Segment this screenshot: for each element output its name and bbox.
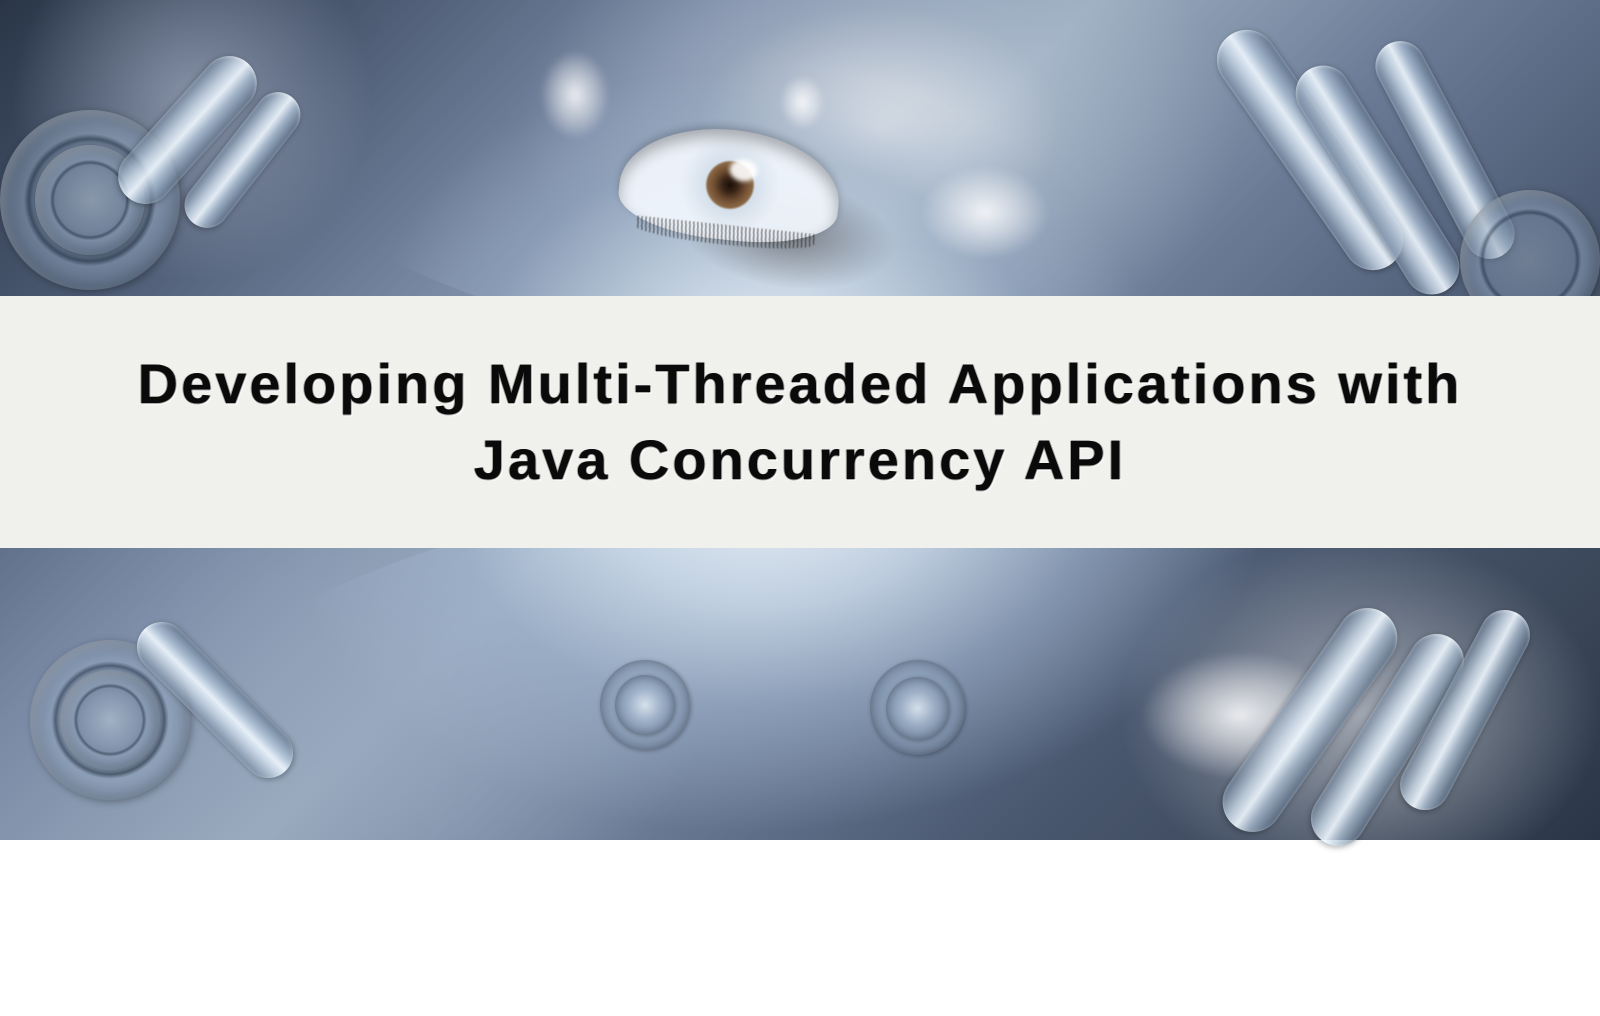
title-line-1: Developing Multi-Threaded Applications w… bbox=[138, 352, 1463, 415]
title-banner: Developing Multi-Threaded Applications w… bbox=[0, 296, 1600, 548]
title-line-2: Java Concurrency API bbox=[474, 428, 1126, 491]
highlight-reflection bbox=[540, 50, 610, 140]
mechanical-detail-bottom-left bbox=[0, 570, 350, 870]
highlight-reflection bbox=[780, 75, 825, 130]
mechanical-detail-bottom-right bbox=[1240, 560, 1600, 880]
highlight-reflection bbox=[920, 165, 1050, 260]
mechanical-joint bbox=[615, 675, 675, 735]
article-title: Developing Multi-Threaded Applications w… bbox=[138, 346, 1463, 497]
mechanical-joint bbox=[886, 677, 949, 740]
robot-eye bbox=[615, 119, 845, 251]
